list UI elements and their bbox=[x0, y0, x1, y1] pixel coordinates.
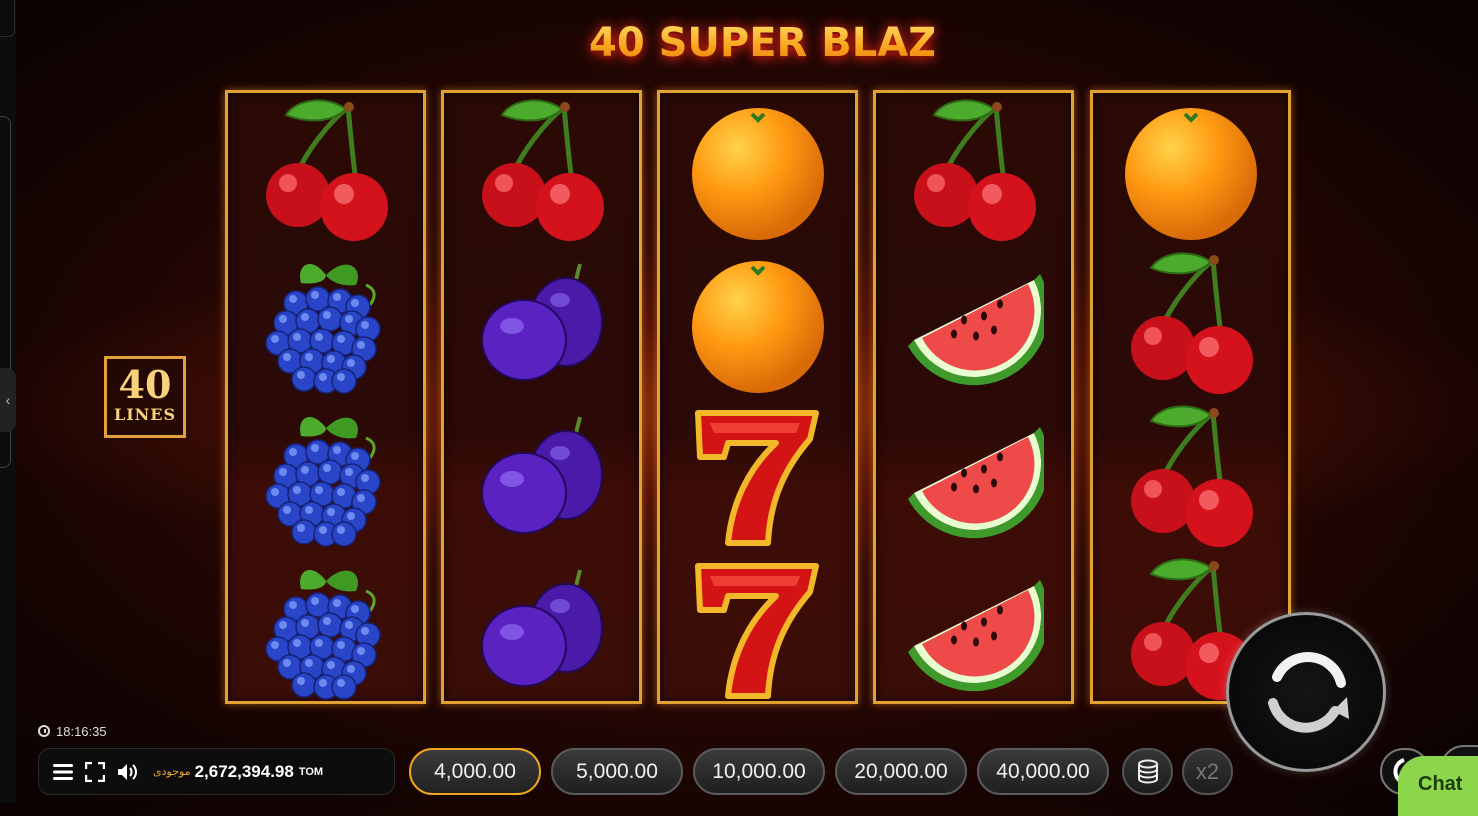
multiplier-label: x2 bbox=[1195, 758, 1220, 784]
symbol-grapes bbox=[228, 401, 423, 554]
balance-label: موجودی bbox=[153, 765, 191, 778]
coins-button[interactable] bbox=[1122, 748, 1173, 795]
balance-currency: TOM bbox=[298, 765, 324, 778]
balance-value: 2,672,394.98 bbox=[194, 761, 294, 781]
reel-column bbox=[657, 90, 858, 704]
symbol-cherry bbox=[876, 95, 1071, 248]
bet-option-button[interactable]: 10,000.00 bbox=[693, 748, 825, 795]
symbol-seven bbox=[660, 401, 855, 554]
clock: 18:16:35 bbox=[38, 722, 107, 740]
volume-icon[interactable] bbox=[111, 756, 143, 788]
lines-badge: 40 LINES bbox=[104, 356, 186, 438]
fullscreen-icon[interactable] bbox=[79, 756, 111, 788]
symbol-plum bbox=[444, 401, 639, 554]
reel-column bbox=[441, 90, 642, 704]
symbol-plum bbox=[444, 248, 639, 401]
symbol-watermelon bbox=[876, 554, 1071, 707]
symbol-seven bbox=[660, 554, 855, 707]
multiplier-button[interactable]: x2 bbox=[1182, 748, 1233, 795]
wallet-bar: موجودی 2,672,394.98 TOM bbox=[38, 748, 395, 795]
symbol-grapes bbox=[228, 554, 423, 707]
symbol-orange bbox=[660, 248, 855, 401]
lines-count: 40 bbox=[118, 362, 172, 407]
symbol-grapes bbox=[228, 248, 423, 401]
symbol-orange bbox=[1093, 95, 1288, 248]
clock-time: 18:16:35 bbox=[56, 723, 107, 739]
menu-icon[interactable] bbox=[47, 756, 79, 788]
left-panel-segment bbox=[0, 0, 15, 37]
symbol-watermelon bbox=[876, 401, 1071, 554]
game-title: 40 SUPER BLAZE bbox=[589, 20, 965, 66]
symbol-cherry bbox=[1093, 248, 1288, 401]
lines-label: LINES bbox=[113, 405, 177, 424]
symbol-plum bbox=[444, 554, 639, 707]
spin-button[interactable] bbox=[1226, 612, 1386, 772]
reel-column bbox=[873, 90, 1074, 704]
spin-arrows-icon bbox=[1268, 652, 1349, 733]
symbol-cherry bbox=[228, 95, 423, 248]
chevron-left-icon: ‹ bbox=[5, 392, 11, 408]
coins-stack-icon bbox=[1137, 759, 1158, 784]
symbol-watermelon bbox=[876, 248, 1071, 401]
left-side-panel: ‹ bbox=[0, 0, 16, 803]
reel-column bbox=[225, 90, 426, 704]
side-collapse-tab[interactable]: ‹ bbox=[0, 368, 16, 432]
bet-option-button[interactable]: 4,000.00 bbox=[409, 748, 541, 795]
bet-option-button[interactable]: 5,000.00 bbox=[551, 748, 683, 795]
chat-button[interactable]: Chat bbox=[1398, 756, 1478, 816]
bet-option-button[interactable]: 40,000.00 bbox=[977, 748, 1109, 795]
symbol-cherry bbox=[444, 95, 639, 248]
symbol-orange bbox=[660, 95, 855, 248]
reel-column bbox=[1090, 90, 1291, 704]
clock-icon bbox=[38, 725, 50, 737]
bet-option-button[interactable]: 20,000.00 bbox=[835, 748, 967, 795]
symbol-cherry bbox=[1093, 401, 1288, 554]
